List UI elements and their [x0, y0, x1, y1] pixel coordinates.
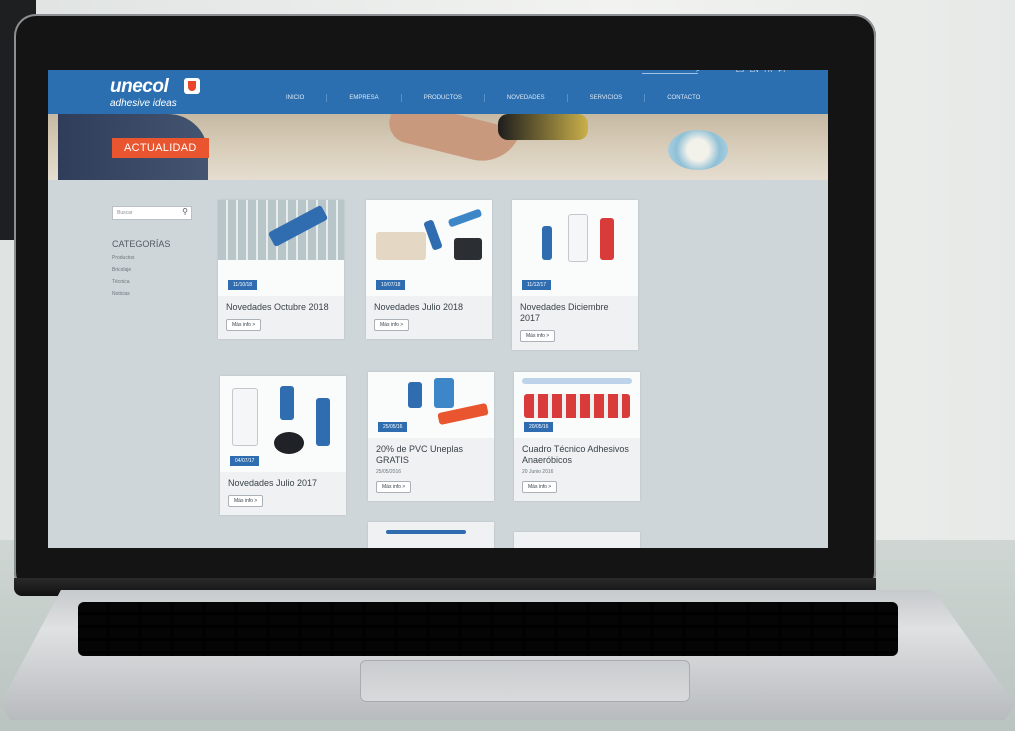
news-card[interactable]: 11/12/17 Novedades Diciembre 2017 Más in…: [512, 200, 638, 350]
more-info-button[interactable]: Más info >: [228, 495, 264, 507]
card-title: Novedades Diciembre 2017: [520, 302, 609, 323]
news-card[interactable]: 20/05/16 Cuadro Técnico Adhesivos Anaeró…: [514, 372, 640, 501]
card-image: 11/12/17: [512, 200, 638, 296]
card-date: 20 Junio 2016: [522, 469, 554, 475]
category-item[interactable]: Técnica: [112, 279, 194, 285]
card-title: 20% de PVC Uneplas GRATIS: [376, 444, 464, 465]
sidebar: Buscar ⚲ CATEGORÍAS Productos Bricolaje …: [112, 206, 194, 297]
card-title: Novedades Julio 2017: [228, 478, 318, 488]
spray-can-image: [316, 398, 330, 446]
nav-item-novedades[interactable]: NOVEDADES: [485, 94, 568, 102]
logo-tagline: adhesive ideas: [110, 98, 177, 109]
more-info-button[interactable]: Más info >: [522, 481, 558, 493]
news-card[interactable]: 25/05/16 20% de PVC Uneplas GRATIS 25/05…: [368, 372, 494, 501]
tube-image: [280, 386, 294, 420]
card-title: Cuadro Técnico Adhesivos Anaeróbicos: [522, 444, 629, 465]
nav-item-servicios[interactable]: SERVICIOS: [568, 94, 646, 102]
card-image: 20/05/16: [514, 372, 640, 438]
tape-image: [454, 238, 482, 260]
tube-image: [447, 208, 483, 228]
nav-item-contacto[interactable]: CONTACTO: [645, 94, 722, 102]
main-nav: INICIO EMPRESA PRODUCTOS NOVEDADES SERVI…: [264, 94, 722, 102]
logo-word: unecol: [110, 76, 169, 97]
date-badge: 10/07/18: [376, 280, 406, 290]
site-logo[interactable]: unecol adhesive ideas: [110, 76, 200, 109]
tube-image: [423, 219, 443, 251]
card-date: 25/05/2016: [376, 469, 402, 475]
sidebar-search-input[interactable]: Buscar ⚲: [112, 206, 192, 220]
glue-bottle-image: [568, 214, 588, 262]
logo-mark-icon: [184, 78, 200, 94]
card-image: 04/07/17: [220, 376, 346, 472]
can-image: [408, 382, 422, 408]
can-image: [434, 378, 454, 408]
search-placeholder: Buscar: [117, 210, 133, 216]
tape-roll-image: [274, 432, 304, 454]
news-card[interactable]: 11/10/18 Novedades Octubre 2018 Más info…: [218, 200, 344, 339]
more-info-button[interactable]: Más info >: [374, 319, 410, 331]
banner-strip: [522, 378, 632, 384]
nav-item-empresa[interactable]: EMPRESA: [327, 94, 402, 102]
card-title: Novedades Julio 2018: [374, 302, 464, 312]
laptop-keyboard: [78, 602, 898, 656]
section-title: ACTUALIDAD: [112, 138, 209, 158]
date-badge: 25/05/16: [378, 422, 408, 432]
lang-en[interactable]: EN: [750, 70, 758, 74]
news-card-partial[interactable]: [514, 532, 640, 548]
category-item[interactable]: Productos: [112, 255, 194, 261]
site-header: unecol adhesive ideas ⌕ ES EN FR PT INIC…: [48, 70, 828, 114]
header-search-field[interactable]: [642, 73, 698, 74]
language-switcher: ES EN FR PT: [736, 70, 786, 74]
sponge-image: [376, 232, 426, 260]
browser-screen: unecol adhesive ideas ⌕ ES EN FR PT INIC…: [48, 70, 828, 548]
tube-image: [542, 226, 552, 260]
card-title: Novedades Octubre 2018: [226, 302, 329, 312]
date-badge: 04/07/17: [230, 456, 260, 466]
search-icon[interactable]: ⌕: [696, 70, 700, 75]
date-badge: 11/10/18: [228, 280, 258, 290]
news-card[interactable]: 04/07/17 Novedades Julio 2017 Más info >: [220, 376, 346, 515]
anaerobic-bottles-image: [524, 394, 630, 418]
date-badge: 20/05/16: [524, 422, 554, 432]
date-badge: 11/12/17: [522, 280, 552, 290]
lang-fr[interactable]: FR: [764, 70, 772, 74]
search-icon[interactable]: ⚲: [182, 207, 188, 216]
banner-strip: [386, 530, 466, 534]
laptop-trackpad: [360, 660, 690, 702]
jug-image: [232, 388, 258, 446]
category-item[interactable]: Bricolaje: [112, 267, 194, 273]
card-image: 10/07/18: [366, 200, 492, 296]
nav-item-productos[interactable]: PRODUCTOS: [402, 94, 485, 102]
nav-item-inicio[interactable]: INICIO: [264, 94, 328, 102]
card-image: 25/05/16: [368, 372, 494, 438]
hero-tool-image: [498, 114, 588, 140]
hero-tape-roll-image: [668, 130, 728, 170]
category-item[interactable]: Noticias: [112, 291, 194, 297]
news-card[interactable]: 10/07/18 Novedades Julio 2018 Más info >: [366, 200, 492, 339]
more-info-button[interactable]: Más info >: [376, 481, 412, 493]
more-info-button[interactable]: Más info >: [226, 319, 262, 331]
categories-heading: CATEGORÍAS: [112, 239, 171, 249]
news-card-partial[interactable]: [368, 522, 494, 548]
more-info-button[interactable]: Más info >: [520, 330, 556, 342]
lang-es[interactable]: ES: [736, 70, 744, 74]
lang-pt[interactable]: PT: [778, 70, 786, 74]
card-image: 11/10/18: [218, 200, 344, 296]
spray-can-image: [600, 218, 614, 260]
